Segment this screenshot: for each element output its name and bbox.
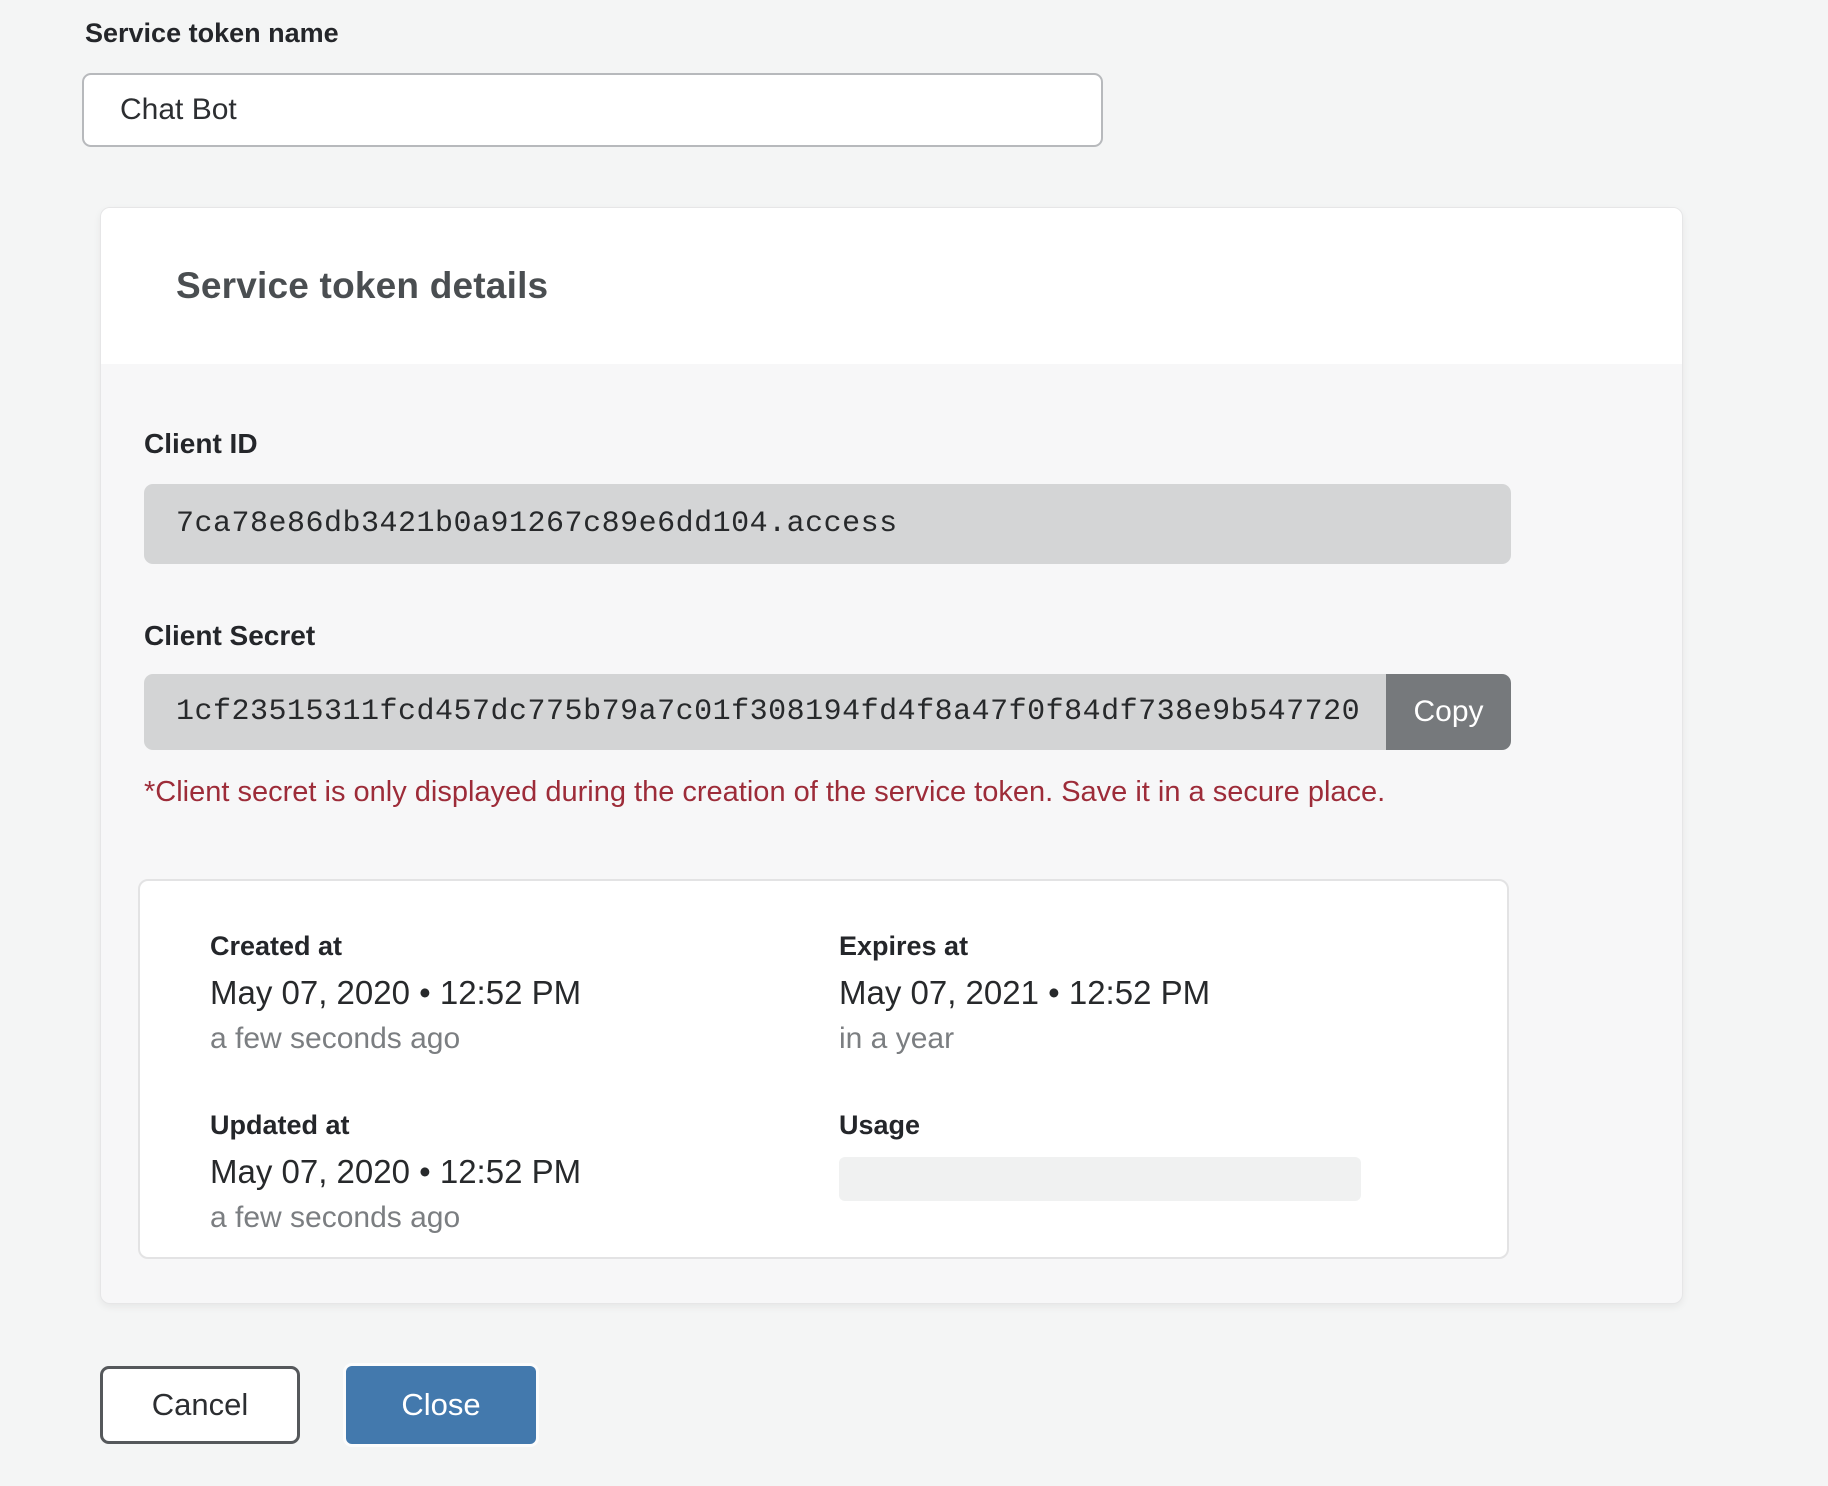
metadata-grid: Created at May 07, 2020 • 12:52 PM a few…: [210, 931, 1507, 1289]
cancel-button[interactable]: Cancel: [100, 1366, 300, 1444]
copy-button[interactable]: Copy: [1386, 674, 1511, 750]
service-token-details-card: Service token details Client ID 7ca78e86…: [100, 207, 1683, 1304]
client-secret-value: 1cf23515311fcd457dc775b79a7c01f308194fd4…: [176, 695, 1360, 729]
usage-skeleton: [839, 1157, 1361, 1201]
created-at-item: Created at May 07, 2020 • 12:52 PM a few…: [210, 931, 839, 1056]
updated-at-relative: a few seconds ago: [210, 1201, 839, 1235]
client-id-label: Client ID: [144, 428, 1682, 460]
created-at-value: May 07, 2020 • 12:52 PM: [210, 974, 839, 1012]
client-secret-row: 1cf23515311fcd457dc775b79a7c01f308194fd4…: [144, 674, 1511, 750]
created-at-relative: a few seconds ago: [210, 1022, 839, 1056]
expires-at-label: Expires at: [839, 931, 1507, 962]
service-token-name-label: Service token name: [85, 18, 1828, 49]
secret-warning: *Client secret is only displayed during …: [144, 776, 1682, 809]
actions-row: Cancel Close: [100, 1366, 1828, 1474]
service-token-page: Service token name Service token details…: [0, 0, 1828, 1486]
client-secret-box: 1cf23515311fcd457dc775b79a7c01f308194fd4…: [144, 674, 1386, 750]
usage-label: Usage: [839, 1110, 1507, 1141]
close-button[interactable]: Close: [346, 1366, 536, 1444]
updated-at-item: Updated at May 07, 2020 • 12:52 PM a few…: [210, 1110, 839, 1235]
client-secret-label: Client Secret: [144, 620, 1682, 652]
service-token-name-input[interactable]: [82, 73, 1103, 147]
updated-at-value: May 07, 2020 • 12:52 PM: [210, 1153, 839, 1191]
card-title: Service token details: [176, 265, 548, 307]
created-at-label: Created at: [210, 931, 839, 962]
expires-at-item: Expires at May 07, 2021 • 12:52 PM in a …: [839, 931, 1507, 1056]
expires-at-value: May 07, 2021 • 12:52 PM: [839, 974, 1507, 1012]
card-header: Service token details: [101, 208, 1682, 364]
card-body: Client ID 7ca78e86db3421b0a91267c89e6dd1…: [101, 364, 1682, 1303]
usage-item: Usage: [839, 1110, 1507, 1235]
client-id-box: 7ca78e86db3421b0a91267c89e6dd104.access: [144, 484, 1511, 564]
metadata-card: Created at May 07, 2020 • 12:52 PM a few…: [138, 879, 1509, 1259]
expires-at-relative: in a year: [839, 1022, 1507, 1056]
client-id-value: 7ca78e86db3421b0a91267c89e6dd104.access: [176, 507, 898, 541]
updated-at-label: Updated at: [210, 1110, 839, 1141]
